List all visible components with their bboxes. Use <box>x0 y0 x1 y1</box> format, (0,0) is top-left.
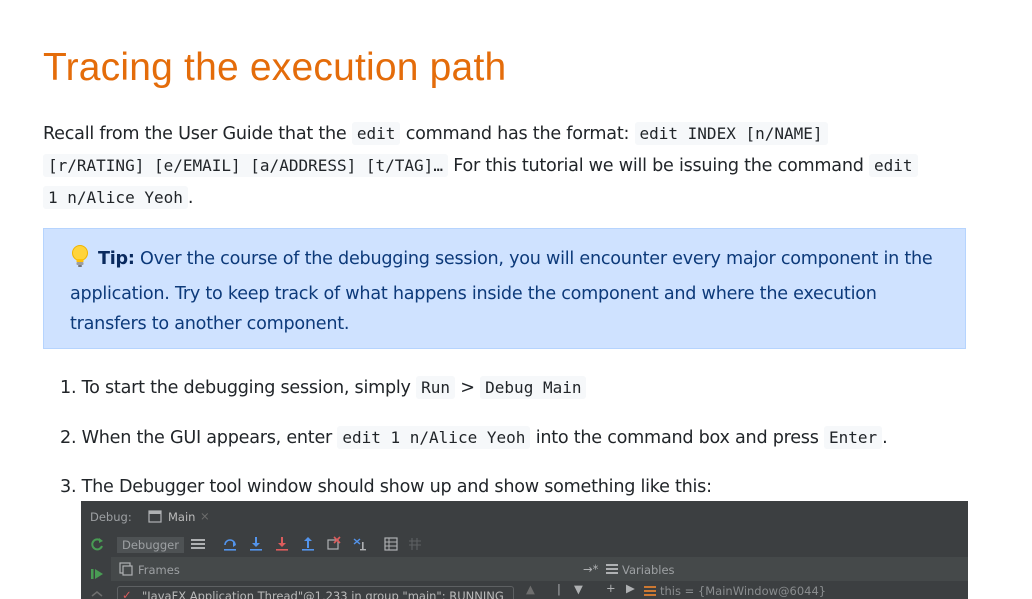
thread-icon: ✓ <box>122 588 132 599</box>
run-to-cursor-icon[interactable] <box>353 536 369 555</box>
step-text: To start the debugging session, simply <box>76 378 417 398</box>
debug-label: Debug: <box>90 510 132 524</box>
variables-icon <box>606 563 618 578</box>
debugger-tab[interactable]: Debugger <box>117 537 184 553</box>
code-edit-args: 1 n/Alice Yeoh <box>43 186 188 209</box>
intro-text-4: . <box>187 188 194 208</box>
step-text: When the GUI appears, enter <box>76 428 338 448</box>
resume-icon[interactable] <box>90 567 104 584</box>
debug-gutter <box>81 531 112 599</box>
page-title: Tracing the execution path <box>43 46 507 89</box>
debugger-screenshot: Debug: Main × Debugger Frames →* Variabl… <box>81 501 968 599</box>
frames-label: Frames <box>138 563 180 577</box>
close-icon[interactable]: × <box>200 509 210 523</box>
step-text: The Debugger tool window should show up … <box>76 477 712 497</box>
code-edit-format-cont: [r/RATING] [e/EMAIL] [a/ADDRESS] [t/TAG]… <box>43 154 448 177</box>
code-edit-cmd: edit <box>869 154 918 177</box>
code-debug-main: Debug Main <box>480 376 587 399</box>
step-number: 3. <box>60 477 77 497</box>
step-over-icon[interactable] <box>223 536 237 555</box>
menu-icon[interactable] <box>191 538 205 553</box>
step-text: > <box>454 378 481 398</box>
code-edit-format: edit INDEX [n/NAME] <box>634 122 828 145</box>
more-icon[interactable] <box>90 589 104 599</box>
field-icon <box>644 585 656 599</box>
intro-paragraph: Recall from the User Guide that the edit… <box>43 118 968 214</box>
tip-box: Tip: Over the course of the debugging se… <box>43 228 966 349</box>
variables-label: Variables <box>622 563 675 577</box>
thread-text: "JavaFX Application Thread"@1,233 in gro… <box>142 589 504 599</box>
step-into-icon[interactable] <box>249 536 263 555</box>
thread-select[interactable]: ✓ "JavaFX Application Thread"@1,233 in g… <box>117 586 514 599</box>
step-number: 1. <box>60 378 77 398</box>
step-text: into the command box and press <box>530 428 824 448</box>
intro-text-2: command has the format: <box>400 124 635 144</box>
frames-icon <box>119 562 133 579</box>
lightbulb-icon <box>70 244 90 279</box>
step-text: . <box>882 428 888 448</box>
step-out-icon[interactable] <box>301 536 315 555</box>
restore-icon[interactable]: →* <box>583 562 598 576</box>
step-number: 2. <box>60 428 77 448</box>
force-step-into-icon[interactable] <box>275 536 289 555</box>
add-watch-icon[interactable]: + <box>606 581 616 595</box>
tip-text: Over the course of the debugging session… <box>70 249 933 334</box>
frames-content: ✓ "JavaFX Application Thread"@1,233 in g… <box>111 581 968 599</box>
list-item: 2. When the GUI appears, enter edit 1 n/… <box>60 422 888 454</box>
code-enter: Enter <box>824 426 883 449</box>
trace-icon[interactable] <box>408 537 422 554</box>
down-arrow-icon[interactable]: ▼ <box>574 582 583 596</box>
tab-main[interactable]: Main <box>168 510 195 524</box>
window-icon <box>148 510 162 526</box>
frames-header: Frames →* Variables <box>111 557 968 581</box>
expand-icon[interactable]: ▶ <box>626 581 635 595</box>
debug-tab-bar: Debug: Main × <box>81 501 968 531</box>
up-arrow-icon[interactable]: ▲ <box>526 582 535 596</box>
page: Tracing the execution path Recall from t… <box>0 0 1032 599</box>
intro-text-3: For this tutorial we will be issuing the… <box>447 156 869 176</box>
debugger-toolbar: Debugger <box>111 531 968 557</box>
variable-this[interactable]: this = {MainWindow@6044} <box>660 584 826 598</box>
line-icon: | <box>557 582 561 596</box>
evaluate-icon[interactable] <box>384 537 398 554</box>
rerun-icon[interactable] <box>90 537 104 554</box>
drop-frame-icon[interactable] <box>327 536 341 555</box>
tip-label: Tip: <box>98 249 135 269</box>
list-item: 1. To start the debugging session, simpl… <box>60 372 587 404</box>
code-edit: edit <box>351 122 401 145</box>
code-edit-command: edit 1 n/Alice Yeoh <box>337 426 531 449</box>
intro-text-1: Recall from the User Guide that the <box>43 124 352 144</box>
list-item: 3. The Debugger tool window should show … <box>60 472 712 503</box>
code-run: Run <box>416 376 455 399</box>
